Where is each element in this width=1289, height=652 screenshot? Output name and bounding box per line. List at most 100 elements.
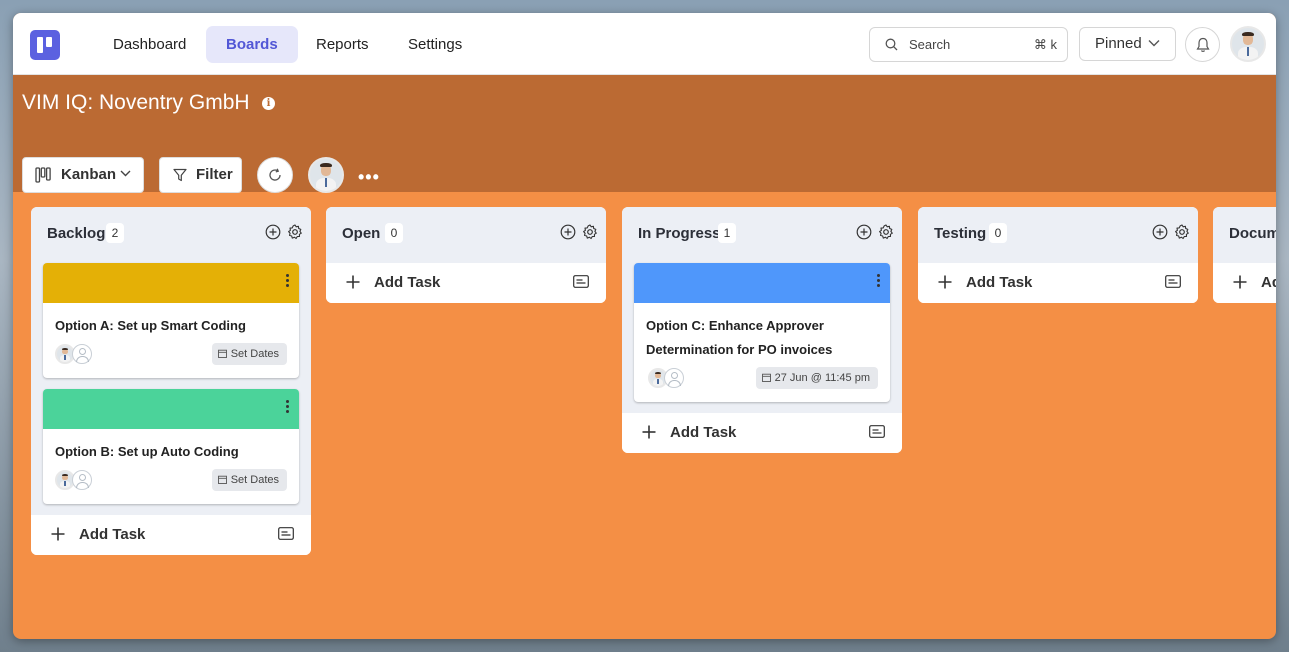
card-color-band (43, 263, 299, 303)
search-icon (885, 38, 898, 51)
add-task-button[interactable]: Ad (1213, 263, 1276, 303)
add-assignee-icon[interactable] (72, 470, 92, 490)
filter-button[interactable]: Filter (159, 157, 242, 193)
add-assignee-icon[interactable] (664, 368, 684, 388)
nav-reports[interactable]: Reports (296, 26, 389, 63)
column-open: Open 0 Add Task (326, 207, 606, 303)
plus-icon (1233, 275, 1247, 289)
gear-icon[interactable] (287, 224, 303, 240)
app-logo[interactable] (30, 30, 60, 60)
nav-boards[interactable]: Boards (206, 26, 298, 63)
add-task-label: Add Task (966, 274, 1033, 291)
board-header: VIM IQ: Noventry GmbH i Kanban Filter ••… (13, 75, 1276, 193)
column-header: Open 0 (326, 207, 606, 263)
column-header: Docum (1213, 207, 1276, 263)
card-title: Option A: Set up Smart Coding (55, 318, 246, 333)
date-chip[interactable]: Set Dates (211, 343, 287, 365)
card-color-band (43, 389, 299, 429)
board-member-avatar[interactable] (308, 157, 344, 193)
add-task-label: Add Task (374, 274, 441, 291)
info-icon[interactable]: i (262, 97, 275, 110)
gear-icon[interactable] (878, 224, 894, 240)
kanban-icon (35, 167, 51, 183)
user-avatar[interactable] (1230, 26, 1266, 62)
view-switcher-button[interactable]: Kanban (22, 157, 144, 193)
add-task-label: Add Task (670, 424, 737, 441)
card-menu-icon[interactable] (286, 274, 290, 289)
add-task-label: Ad (1261, 274, 1276, 291)
date-chip[interactable]: Set Dates (211, 469, 287, 491)
nav-dashboard[interactable]: Dashboard (93, 26, 206, 63)
calendar-icon (217, 475, 227, 484)
gear-icon[interactable] (582, 224, 598, 240)
pinned-dropdown[interactable]: Pinned (1079, 27, 1176, 61)
card-footer: 27 Jun @ 11:45 pm (634, 362, 890, 402)
plus-icon (346, 275, 360, 289)
filter-icon (173, 168, 187, 182)
app-window: Dashboard Boards Reports Settings Search… (13, 13, 1276, 639)
add-circle-icon[interactable] (856, 224, 872, 240)
column-count: 2 (106, 223, 124, 243)
card-template-icon[interactable] (278, 527, 294, 540)
task-card[interactable]: Option B: Set up Auto Coding Set Dates (43, 389, 299, 504)
calendar-icon (217, 349, 227, 358)
column-testing: Testing 0 Add Task (918, 207, 1198, 303)
board-title: VIM IQ: Noventry GmbH (22, 91, 250, 114)
add-task-button[interactable]: Add Task (31, 515, 311, 555)
date-label: Set Dates (230, 474, 279, 486)
add-task-button[interactable]: Add Task (326, 263, 606, 303)
view-switcher-label: Kanban (61, 166, 117, 183)
refresh-button[interactable] (257, 157, 293, 193)
card-template-icon[interactable] (869, 425, 885, 438)
task-card[interactable]: Option A: Set up Smart Coding Set Dates (43, 263, 299, 378)
add-circle-icon[interactable] (560, 224, 576, 240)
card-footer: Set Dates (43, 338, 299, 378)
add-assignee-icon[interactable] (72, 344, 92, 364)
card-title: Option B: Set up Auto Coding (55, 444, 239, 459)
plus-icon (938, 275, 952, 289)
due-date-label: 27 Jun @ 11:45 pm (774, 372, 870, 384)
filter-label: Filter (196, 166, 233, 183)
card-template-icon[interactable] (573, 275, 589, 288)
column-count: 1 (718, 223, 736, 243)
top-navbar: Dashboard Boards Reports Settings Search… (13, 13, 1276, 75)
search-input[interactable]: Search ⌘ k (869, 27, 1068, 62)
column-cards: Option A: Set up Smart Coding Set Dates (31, 263, 311, 515)
card-template-icon[interactable] (1165, 275, 1181, 288)
add-task-label: Add Task (79, 526, 146, 543)
column-header: Testing 0 (918, 207, 1198, 263)
column-title: Backlog (47, 225, 106, 242)
task-card[interactable]: Option C: Enhance Approver Determination… (634, 263, 890, 402)
column-count: 0 (989, 223, 1007, 243)
column-title: Docum (1229, 225, 1276, 242)
chevron-down-icon (120, 170, 131, 177)
nav-settings[interactable]: Settings (388, 26, 482, 63)
column-title: Testing (934, 225, 987, 242)
column-documentation: Docum Ad (1213, 207, 1276, 303)
pinned-label: Pinned (1095, 35, 1142, 52)
bell-icon (1196, 37, 1210, 52)
column-count: 0 (385, 223, 403, 243)
chevron-down-icon (1148, 40, 1160, 47)
add-circle-icon[interactable] (1152, 224, 1168, 240)
search-shortcut: ⌘ k (1033, 37, 1057, 52)
gear-icon[interactable] (1174, 224, 1190, 240)
notifications-button[interactable] (1185, 27, 1220, 62)
due-date-chip[interactable]: 27 Jun @ 11:45 pm (755, 367, 878, 389)
card-menu-icon[interactable] (286, 400, 290, 415)
column-title: In Progress (638, 225, 721, 242)
card-menu-icon[interactable] (877, 274, 881, 289)
add-circle-icon[interactable] (265, 224, 281, 240)
column-header: In Progress 1 (622, 207, 902, 263)
column-cards: Option C: Enhance Approver Determination… (622, 263, 902, 413)
search-placeholder: Search (909, 37, 951, 52)
column-title: Open (342, 225, 381, 242)
refresh-icon (269, 168, 281, 181)
more-options-icon[interactable]: ••• (358, 167, 380, 188)
add-task-button[interactable]: Add Task (622, 413, 902, 453)
card-color-band (634, 263, 890, 303)
calendar-icon (761, 373, 771, 382)
column-header: Backlog 2 (31, 207, 311, 263)
column-in-progress: In Progress 1 Option C: Enhance Approver… (622, 207, 902, 453)
add-task-button[interactable]: Add Task (918, 263, 1198, 303)
